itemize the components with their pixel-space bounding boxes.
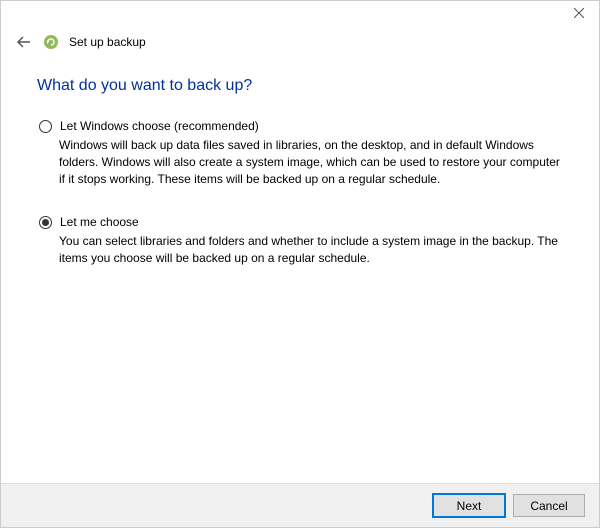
option-windows-choose: Let Windows choose (recommended) Windows… xyxy=(37,119,563,187)
next-button[interactable]: Next xyxy=(433,494,505,517)
header-row: Set up backup xyxy=(1,29,599,59)
titlebar xyxy=(1,1,599,29)
desc-let-me-choose: You can select libraries and folders and… xyxy=(59,233,563,267)
close-icon xyxy=(574,8,584,18)
content-area: What do you want to back up? Let Windows… xyxy=(1,59,599,483)
radio-label-windows-choose: Let Windows choose (recommended) xyxy=(60,119,259,133)
radio-windows-choose[interactable]: Let Windows choose (recommended) xyxy=(39,119,563,133)
back-arrow-icon xyxy=(16,34,32,50)
wizard-window: Set up backup What do you want to back u… xyxy=(0,0,600,528)
window-title: Set up backup xyxy=(69,35,146,49)
desc-windows-choose: Windows will back up data files saved in… xyxy=(59,137,563,187)
radio-icon xyxy=(39,216,52,229)
footer: Next Cancel xyxy=(1,483,599,527)
cancel-button[interactable]: Cancel xyxy=(513,494,585,517)
radio-let-me-choose[interactable]: Let me choose xyxy=(39,215,563,229)
option-let-me-choose: Let me choose You can select libraries a… xyxy=(37,215,563,267)
radio-icon xyxy=(39,120,52,133)
back-button[interactable] xyxy=(15,33,33,51)
backup-icon xyxy=(43,34,59,50)
radio-label-let-me-choose: Let me choose xyxy=(60,215,139,229)
close-button[interactable] xyxy=(559,1,599,25)
page-heading: What do you want to back up? xyxy=(37,77,563,95)
